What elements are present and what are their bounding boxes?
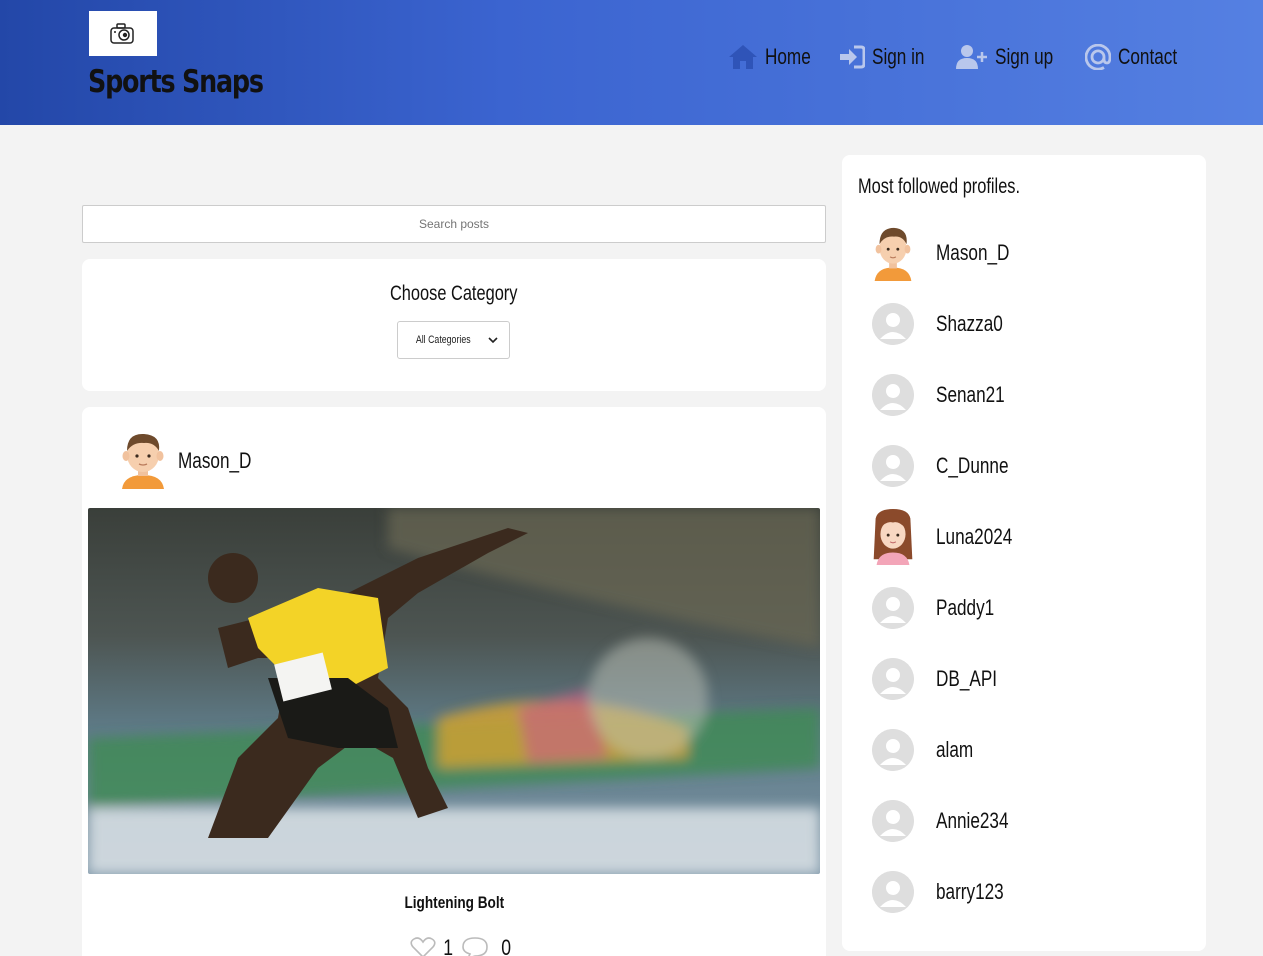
main-nav: Home Sign in Sign up Contact	[728, 44, 1194, 70]
category-card: Choose Category All Categories	[82, 259, 826, 391]
user-plus-icon	[955, 45, 987, 69]
default-avatar-icon	[872, 658, 914, 700]
post-title[interactable]: Lightening Bolt	[82, 893, 826, 913]
default-avatar-icon	[872, 587, 914, 629]
profile-item[interactable]: Mason_D	[872, 224, 1192, 282]
category-title: Choose Category	[390, 282, 518, 305]
like-count: 1	[443, 935, 454, 956]
comment-count: 0	[501, 935, 512, 956]
profile-name: Shazza0	[936, 311, 1003, 336]
site-header: Sports Snaps Home Sign in Sign up Contac…	[0, 0, 1263, 125]
profile-name: Senan21	[936, 382, 1005, 407]
site-brand[interactable]: Sports Snaps	[88, 64, 264, 100]
default-avatar-icon	[872, 374, 914, 416]
girl-avatar	[873, 509, 913, 565]
profile-item[interactable]: DB_API	[872, 650, 1192, 708]
most-followed-card: Most followed profiles. Mason_D Shazza0 …	[842, 155, 1206, 951]
default-avatar-icon	[872, 729, 914, 771]
profile-item[interactable]: Paddy1	[872, 579, 1192, 637]
default-avatar-icon	[872, 303, 914, 345]
profile-item[interactable]: barry123	[872, 863, 1192, 921]
nav-contact[interactable]: Contact	[1085, 44, 1194, 70]
search-input[interactable]	[82, 205, 826, 243]
nav-sign-up[interactable]: Sign up	[955, 44, 1070, 70]
home-icon	[728, 45, 757, 69]
nav-sign-up-label: Sign up	[994, 44, 1053, 69]
sign-in-icon	[840, 45, 866, 69]
nav-home[interactable]: Home	[728, 44, 824, 70]
profile-item[interactable]: Shazza0	[872, 295, 1192, 353]
nav-sign-in-label: Sign in	[872, 44, 925, 69]
profile-item[interactable]: Senan21	[872, 366, 1192, 424]
logo[interactable]	[89, 11, 157, 56]
profile-name: DB_API	[936, 666, 998, 691]
profile-name: C_Dunne	[936, 453, 1009, 478]
nav-contact-label: Contact	[1118, 44, 1178, 69]
most-followed-title: Most followed profiles.	[858, 175, 1021, 198]
chevron-down-icon	[488, 337, 498, 344]
profile-name: Paddy1	[936, 595, 995, 620]
avatar[interactable]	[118, 431, 168, 489]
at-icon	[1085, 44, 1112, 70]
profile-item[interactable]: Annie234	[872, 792, 1192, 850]
post-username[interactable]: Mason_D	[178, 448, 272, 474]
category-selected-value: All Categories	[416, 334, 471, 346]
heart-icon[interactable]	[410, 937, 436, 956]
profile-item[interactable]: Luna2024	[872, 508, 1192, 566]
profile-name: Mason_D	[936, 240, 1010, 265]
default-avatar-icon	[872, 445, 914, 487]
camera-icon	[110, 22, 134, 44]
profile-name: Annie234	[936, 808, 1009, 833]
profile-name: Luna2024	[936, 524, 1013, 549]
nav-sign-in[interactable]: Sign in	[839, 44, 939, 70]
profile-name: barry123	[936, 879, 1004, 904]
post-stats: 1 0	[410, 935, 513, 956]
profile-name: alam	[936, 737, 974, 762]
nav-home-label: Home	[764, 44, 811, 69]
profile-item[interactable]: C_Dunne	[872, 437, 1192, 495]
boy-avatar	[874, 227, 912, 281]
default-avatar-icon	[872, 871, 914, 913]
category-select[interactable]: All Categories	[397, 321, 510, 359]
profile-item[interactable]: alam	[872, 721, 1192, 779]
post-card: Mason_D Lightening Bolt 1 0	[82, 407, 826, 956]
default-avatar-icon	[872, 800, 914, 842]
comment-icon[interactable]	[460, 936, 494, 956]
post-image[interactable]	[88, 508, 820, 874]
